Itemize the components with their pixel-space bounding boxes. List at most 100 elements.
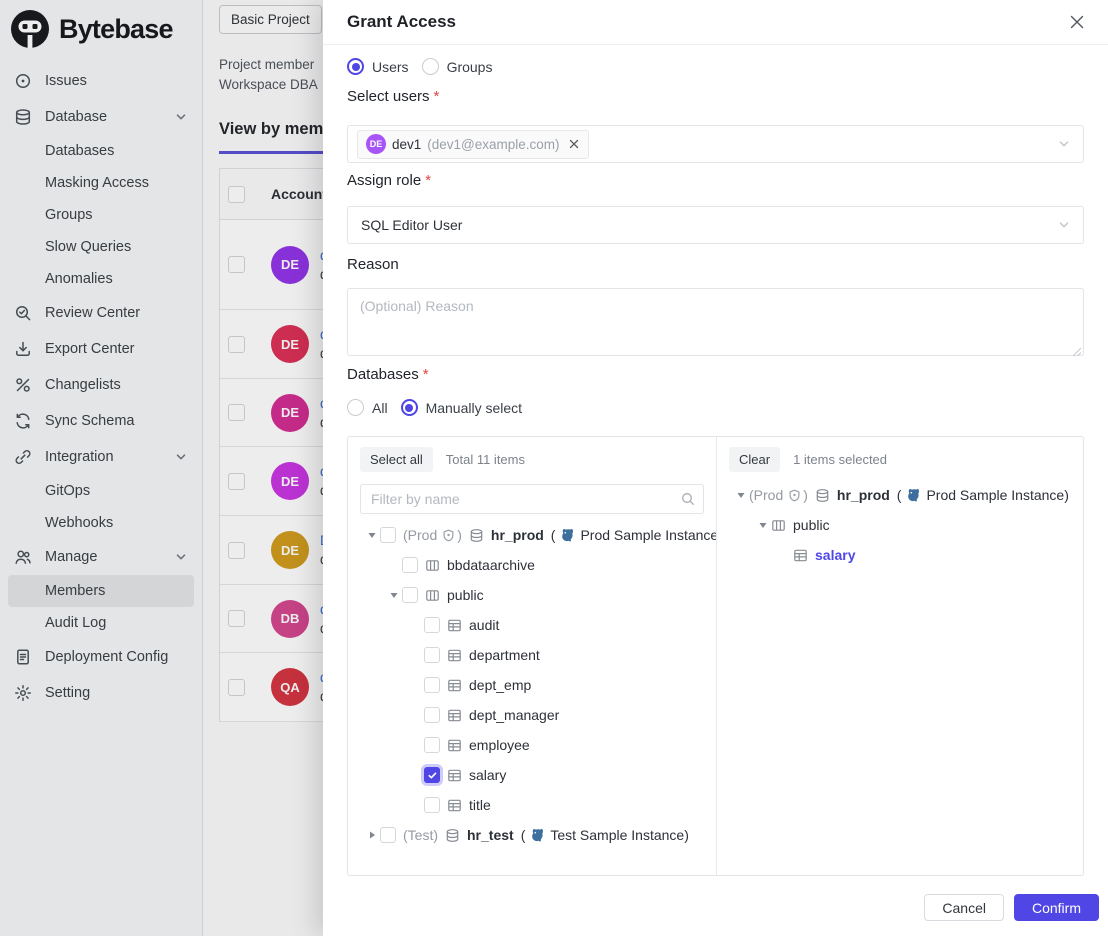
selected-user-chip: DE dev1 (dev1@example.com) bbox=[357, 130, 589, 159]
user-email: (dev1@example.com) bbox=[427, 137, 559, 152]
database-icon bbox=[815, 488, 830, 503]
tree-checkbox[interactable] bbox=[424, 737, 440, 753]
caret-down-icon[interactable] bbox=[733, 489, 749, 501]
tree-row-title[interactable]: title bbox=[360, 790, 704, 820]
source-panel-header: Select all Total 11 items bbox=[360, 447, 704, 472]
paren: ( bbox=[551, 527, 556, 543]
table-icon bbox=[447, 768, 462, 783]
tree-checkbox[interactable] bbox=[402, 557, 418, 573]
caret-down-icon[interactable] bbox=[755, 519, 771, 531]
select-users-label: Select users* bbox=[347, 88, 439, 105]
all-radio-control[interactable] bbox=[347, 399, 364, 416]
caret-right-icon[interactable] bbox=[364, 829, 380, 841]
tree-row-public[interactable]: public bbox=[729, 510, 1071, 540]
database-icon bbox=[445, 828, 460, 843]
tree-row-salary[interactable]: salary bbox=[729, 540, 1071, 570]
tree-node-name: salary bbox=[815, 547, 855, 563]
users-radio[interactable]: Users bbox=[347, 58, 409, 75]
postgresql-icon bbox=[905, 487, 921, 503]
tree-node-name: bbdataarchive bbox=[447, 557, 535, 573]
close-icon[interactable] bbox=[1066, 11, 1088, 33]
shield-icon bbox=[788, 489, 801, 502]
manually-select-radio[interactable]: Manually select bbox=[401, 399, 523, 416]
table-icon bbox=[447, 618, 462, 633]
tree-row-audit[interactable]: audit bbox=[360, 610, 704, 640]
tree-row-bbdataarchive[interactable]: bbdataarchive bbox=[360, 550, 704, 580]
tree-checkbox[interactable] bbox=[380, 827, 396, 843]
tree-checkbox[interactable] bbox=[424, 647, 440, 663]
select-users-input[interactable]: DE dev1 (dev1@example.com) bbox=[347, 125, 1084, 163]
selected-tree: (Prod)hr_prod(Prod Sample Instance)publi… bbox=[729, 480, 1071, 570]
schema-icon bbox=[771, 518, 786, 533]
instance-name: Test Sample Instance) bbox=[550, 827, 689, 843]
tree-node-name: department bbox=[469, 647, 540, 663]
tree-checkbox[interactable] bbox=[380, 527, 396, 543]
caret-down-icon[interactable] bbox=[364, 529, 380, 541]
select-all-button[interactable]: Select all bbox=[360, 447, 433, 472]
confirm-button[interactable]: Confirm bbox=[1014, 894, 1099, 921]
total-items-label: Total 11 items bbox=[446, 452, 525, 467]
required-mark: * bbox=[434, 88, 440, 105]
tree-node-name: title bbox=[469, 797, 491, 813]
assign-role-value: SQL Editor User bbox=[361, 217, 462, 233]
tree-row-salary[interactable]: salary bbox=[360, 760, 704, 790]
table-icon bbox=[447, 648, 462, 663]
tree-row-hr_test[interactable]: (Test) hr_test ( Test Sample Instance) bbox=[360, 820, 704, 850]
tree-row-employee[interactable]: employee bbox=[360, 730, 704, 760]
groups-radio-control[interactable] bbox=[422, 58, 439, 75]
environment-label: (Prod bbox=[749, 487, 783, 503]
groups-radio[interactable]: Groups bbox=[422, 58, 493, 75]
database-picker: Select all Total 11 items (Prod)hr_prod(… bbox=[347, 436, 1084, 876]
remove-user-icon[interactable] bbox=[568, 138, 580, 150]
selected-panel-header: Clear 1 items selected bbox=[729, 447, 1071, 472]
tree-checkbox[interactable] bbox=[424, 797, 440, 813]
tree-checkbox[interactable] bbox=[424, 617, 440, 633]
tree-row-dept_emp[interactable]: dept_emp bbox=[360, 670, 704, 700]
instance-name: Prod Sample Instance bbox=[580, 527, 717, 543]
picker-selected-panel: Clear 1 items selected (Prod)hr_prod(Pro… bbox=[717, 437, 1083, 875]
tree-node-name: salary bbox=[469, 767, 506, 783]
reason-textarea[interactable] bbox=[347, 288, 1084, 356]
picker-source-panel: Select all Total 11 items (Prod)hr_prod(… bbox=[348, 437, 717, 875]
tree-checkbox[interactable] bbox=[424, 707, 440, 723]
paren: ( bbox=[897, 487, 902, 503]
databases-radio-group: All Manually select bbox=[347, 399, 522, 416]
user-name: dev1 bbox=[392, 137, 421, 152]
tree-checkbox[interactable] bbox=[402, 587, 418, 603]
tree-node-name: hr_test bbox=[467, 827, 514, 843]
cancel-button[interactable]: Cancel bbox=[924, 894, 1004, 921]
users-radio-label: Users bbox=[372, 59, 409, 75]
table-icon bbox=[793, 548, 808, 563]
selected-count-label: 1 items selected bbox=[793, 452, 887, 467]
filter-by-name-input[interactable] bbox=[360, 484, 704, 514]
tree-row-hr_prod[interactable]: (Prod)hr_prod(Prod Sample Instance) bbox=[729, 480, 1071, 510]
environment-label: ) bbox=[803, 487, 808, 503]
environment-label: (Test) bbox=[403, 827, 438, 843]
manually-select-radio-control[interactable] bbox=[401, 399, 418, 416]
users-radio-control[interactable] bbox=[347, 58, 364, 75]
clear-button[interactable]: Clear bbox=[729, 447, 780, 472]
tree-node-name: employee bbox=[469, 737, 530, 753]
tree-row-public[interactable]: public bbox=[360, 580, 704, 610]
tree-row-department[interactable]: department bbox=[360, 640, 704, 670]
groups-radio-label: Groups bbox=[447, 59, 493, 75]
environment-label: ) bbox=[457, 527, 462, 543]
required-mark: * bbox=[423, 366, 429, 383]
tree-row-dept_manager[interactable]: dept_manager bbox=[360, 700, 704, 730]
tree-checkbox[interactable] bbox=[424, 677, 440, 693]
member-type-radio-group: Users Groups bbox=[347, 58, 492, 75]
caret-down-icon[interactable] bbox=[386, 589, 402, 601]
tree-checkbox[interactable] bbox=[424, 767, 440, 783]
reason-label: Reason bbox=[347, 256, 399, 273]
dialog-header: Grant Access bbox=[323, 0, 1108, 45]
tree-row-hr_prod[interactable]: (Prod)hr_prod(Prod Sample Instance bbox=[360, 520, 704, 550]
tree-node-name: hr_prod bbox=[491, 527, 544, 543]
tree-node-name: dept_emp bbox=[469, 677, 531, 693]
assign-role-select[interactable]: SQL Editor User bbox=[347, 206, 1084, 244]
tree-node-name: public bbox=[447, 587, 484, 603]
paren: ( bbox=[521, 827, 526, 843]
databases-label: Databases* bbox=[347, 366, 429, 383]
schema-icon bbox=[425, 588, 440, 603]
all-radio[interactable]: All bbox=[347, 399, 388, 416]
dialog-title: Grant Access bbox=[347, 12, 456, 32]
